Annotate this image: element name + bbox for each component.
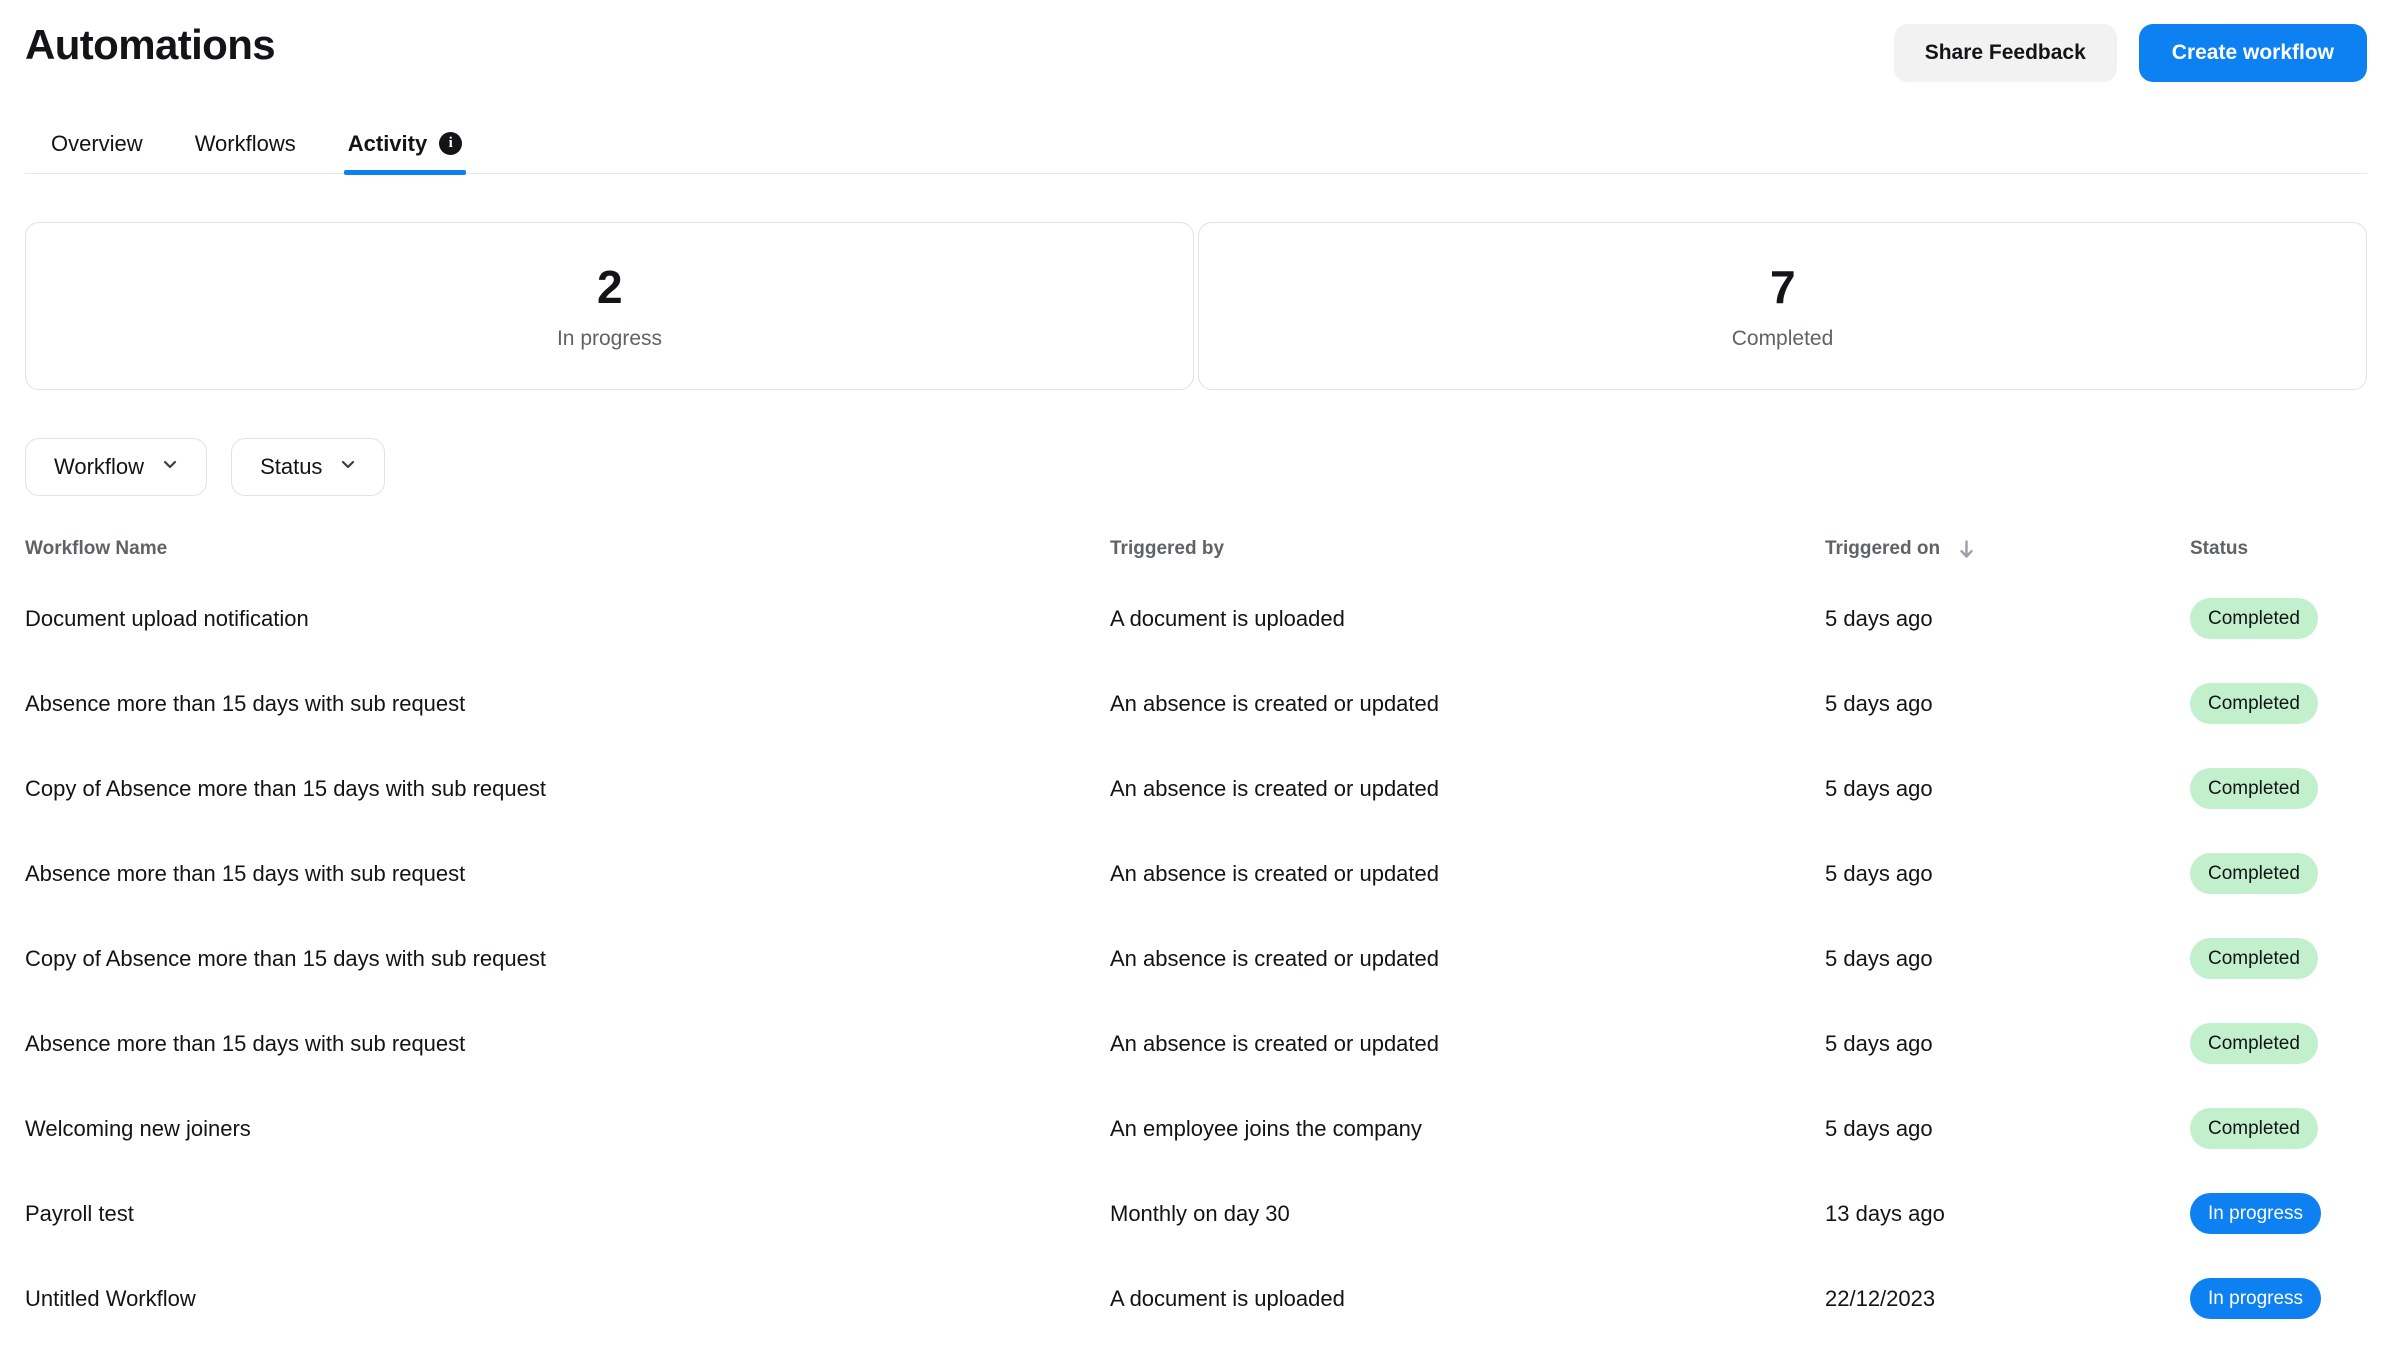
table-row[interactable]: Absence more than 15 days with sub reque… — [25, 661, 2372, 746]
tab-overview-label: Overview — [51, 131, 143, 156]
table-body: Document upload notification A document … — [25, 576, 2372, 1341]
column-header-triggered-on[interactable]: Triggered on — [1825, 538, 2190, 576]
status-badge: Completed — [2190, 938, 2318, 980]
status-badge: Completed — [2190, 683, 2318, 725]
stat-card-completed: 7 Completed — [1198, 222, 2367, 391]
stat-label-completed: Completed — [1731, 326, 1834, 350]
cell-triggered-on: 5 days ago — [1825, 1030, 1933, 1056]
table-row[interactable]: Copy of Absence more than 15 days with s… — [25, 746, 2372, 831]
filter-status-label: Status — [260, 454, 323, 480]
cell-workflow-name: Document upload notification — [25, 605, 309, 631]
table-row[interactable]: Absence more than 15 days with sub reque… — [25, 1001, 2372, 1086]
column-header-status[interactable]: Status — [2190, 538, 2372, 576]
cell-workflow-name: Welcoming new joiners — [25, 1115, 251, 1141]
tab-overview[interactable]: Overview — [25, 133, 169, 173]
table-row[interactable]: Untitled Workflow A document is uploaded… — [25, 1256, 2372, 1341]
share-feedback-button[interactable]: Share Feedback — [1893, 24, 2117, 82]
info-icon[interactable]: i — [439, 132, 463, 155]
create-workflow-button[interactable]: Create workflow — [2138, 24, 2367, 82]
cell-workflow-name: Absence more than 15 days with sub reque… — [25, 860, 466, 886]
cell-triggered-on: 5 days ago — [1825, 1115, 1933, 1141]
status-badge: Completed — [2190, 598, 2318, 640]
table-header-row: Workflow Name Triggered by Triggered on … — [25, 538, 2372, 576]
chevron-down-icon — [340, 456, 356, 472]
cell-triggered-on: 22/12/2023 — [1825, 1285, 1936, 1311]
cell-triggered-on: 5 days ago — [1825, 690, 1933, 716]
cell-workflow-name: Copy of Absence more than 15 days with s… — [25, 945, 546, 971]
arrow-down-icon[interactable] — [1958, 540, 1975, 559]
status-badge: Completed — [2190, 1023, 2318, 1065]
tab-workflows[interactable]: Workflows — [169, 133, 322, 173]
stat-value-completed: 7 — [1769, 261, 1796, 313]
filter-workflow-label: Workflow — [54, 454, 145, 480]
cell-status: In progress — [2190, 1256, 2372, 1341]
cell-triggered-on: 5 days ago — [1825, 945, 1933, 971]
tab-list: Overview Workflows Activity i — [25, 130, 2367, 175]
table-row[interactable]: Copy of Absence more than 15 days with s… — [25, 916, 2372, 1001]
stat-label-in-progress: In progress — [556, 326, 663, 350]
cell-triggered-by: An absence is created or updated — [1110, 690, 1440, 716]
cell-status: Completed — [2190, 831, 2372, 916]
cell-workflow-name: Payroll test — [25, 1200, 134, 1226]
cell-status: Completed — [2190, 746, 2372, 831]
cell-triggered-by: An employee joins the company — [1110, 1115, 1422, 1141]
table-row[interactable]: Absence more than 15 days with sub reque… — [25, 831, 2372, 916]
table-row[interactable]: Payroll test Monthly on day 30 13 days a… — [25, 1171, 2372, 1256]
cell-triggered-by: An absence is created or updated — [1110, 945, 1440, 971]
cell-triggered-by: An absence is created or updated — [1110, 860, 1440, 886]
cell-workflow-name: Absence more than 15 days with sub reque… — [25, 690, 466, 716]
filter-bar: Workflow Status — [25, 438, 2367, 497]
cell-status: Completed — [2190, 1086, 2372, 1171]
filter-workflow-dropdown[interactable]: Workflow — [25, 438, 208, 497]
stat-card-in-progress: 2 In progress — [25, 222, 1194, 391]
chevron-down-icon — [162, 456, 178, 472]
cell-workflow-name: Untitled Workflow — [25, 1285, 196, 1311]
column-header-workflow-name[interactable]: Workflow Name — [25, 538, 1110, 576]
cell-status: Completed — [2190, 1001, 2372, 1086]
status-badge: In progress — [2190, 1278, 2322, 1320]
cell-status: Completed — [2190, 916, 2372, 1001]
column-header-triggered-on-label: Triggered on — [1825, 538, 1941, 560]
column-header-triggered-by-label: Triggered by — [1110, 538, 1225, 560]
cell-triggered-on: 5 days ago — [1825, 605, 1933, 631]
header-actions: Share Feedback Create workflow — [1893, 22, 2367, 82]
automations-page: Automations Share Feedback Create workfl… — [0, 0, 2392, 1368]
status-badge: Completed — [2190, 1108, 2318, 1150]
page-header: Automations Share Feedback Create workfl… — [25, 0, 2367, 82]
page-title: Automations — [25, 21, 276, 68]
cell-triggered-by: An absence is created or updated — [1110, 1030, 1440, 1056]
tab-activity[interactable]: Activity i — [322, 130, 488, 175]
cell-workflow-name: Absence more than 15 days with sub reque… — [25, 1030, 466, 1056]
cell-triggered-by: Monthly on day 30 — [1110, 1200, 1290, 1226]
status-badge: Completed — [2190, 853, 2318, 895]
cell-status: Completed — [2190, 661, 2372, 746]
tab-workflows-label: Workflows — [194, 131, 296, 156]
cell-status: In progress — [2190, 1171, 2372, 1256]
column-header-triggered-by[interactable]: Triggered by — [1110, 538, 1825, 576]
cell-triggered-by: A document is uploaded — [1110, 605, 1345, 631]
cell-workflow-name: Copy of Absence more than 15 days with s… — [25, 775, 546, 801]
cell-triggered-on: 13 days ago — [1825, 1200, 1945, 1226]
tab-activity-label: Activity — [347, 130, 428, 156]
column-header-workflow-name-label: Workflow Name — [25, 538, 168, 560]
stat-value-in-progress: 2 — [596, 261, 623, 313]
activity-table: Workflow Name Triggered by Triggered on … — [25, 538, 2372, 1341]
cell-status: Completed — [2190, 576, 2372, 661]
column-header-status-label: Status — [2190, 538, 2249, 560]
status-badge: In progress — [2190, 1193, 2322, 1235]
cell-triggered-on: 5 days ago — [1825, 860, 1933, 886]
filter-status-dropdown[interactable]: Status — [231, 438, 386, 497]
table-row[interactable]: Welcoming new joiners An employee joins … — [25, 1086, 2372, 1171]
cell-triggered-by: An absence is created or updated — [1110, 775, 1440, 801]
table-head: Workflow Name Triggered by Triggered on … — [25, 538, 2372, 576]
tabs-bar: Overview Workflows Activity i — [25, 130, 2367, 175]
status-badge: Completed — [2190, 768, 2318, 810]
table-row[interactable]: Document upload notification A document … — [25, 576, 2372, 661]
cell-triggered-by: A document is uploaded — [1110, 1285, 1345, 1311]
cell-triggered-on: 5 days ago — [1825, 775, 1933, 801]
stats-summary: 2 In progress 7 Completed — [25, 222, 2367, 391]
